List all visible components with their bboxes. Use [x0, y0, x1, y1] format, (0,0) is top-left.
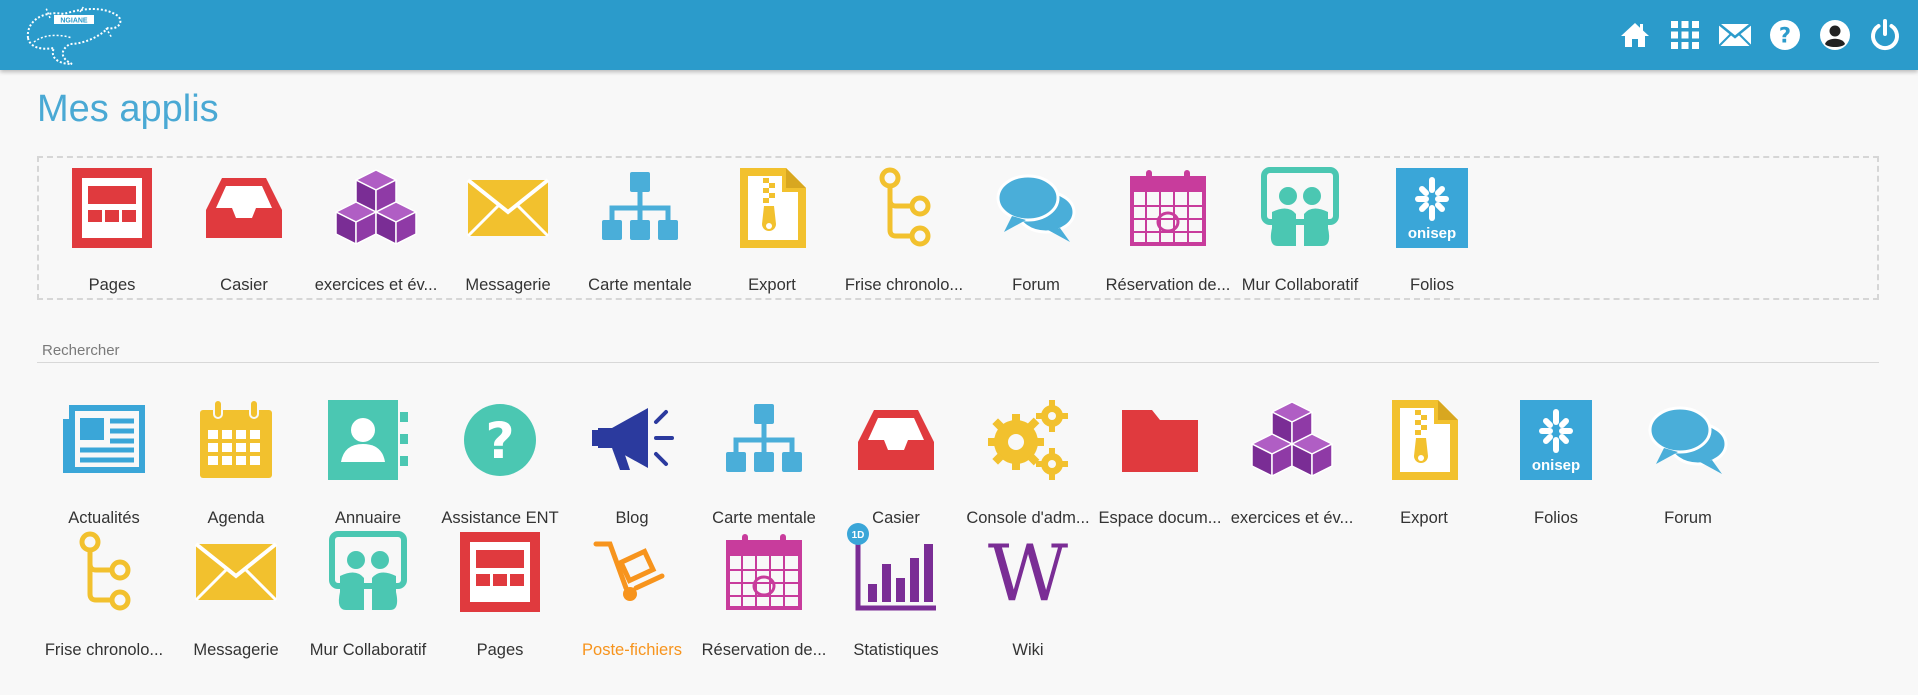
app-label: Folios	[1533, 509, 1578, 527]
gears-icon	[986, 398, 1070, 482]
app-label: Agenda	[207, 509, 265, 527]
app-label: Statistiques	[853, 641, 939, 659]
app-label: Frise chronolo...	[44, 641, 164, 659]
app-label: Poste-fichiers	[582, 641, 682, 659]
page-title: Mes applis	[37, 88, 219, 130]
onisep-logo-icon: onisep	[1390, 166, 1474, 250]
zip-file-icon	[1382, 398, 1466, 482]
collaborative-board-icon	[326, 530, 410, 614]
app-label: Mur Collaboratif	[309, 641, 427, 659]
pages-icon	[70, 166, 154, 250]
mind-map-icon	[722, 398, 806, 482]
calendar-booking-icon	[1126, 166, 1210, 250]
search-input[interactable]	[37, 339, 1879, 363]
timeline-branch-icon	[862, 166, 946, 250]
app-label: Export	[748, 276, 796, 294]
app-label: exercices et év...	[1230, 509, 1354, 527]
calendar-booking-icon	[722, 530, 806, 614]
svg-text:?: ?	[1779, 24, 1791, 48]
mind-map-icon	[598, 166, 682, 250]
address-book-icon	[326, 398, 410, 482]
newspaper-icon	[62, 398, 146, 482]
chat-bubbles-icon	[994, 166, 1078, 250]
svg-text:onisep: onisep	[1532, 457, 1580, 474]
app-label: Réservation de...	[701, 641, 827, 659]
app-label: Forum	[1664, 509, 1712, 527]
app-label: Frise chronolo...	[844, 276, 964, 294]
app-label: Casier	[220, 276, 268, 294]
app-label: Console d'adm...	[966, 509, 1090, 527]
app-label: Folios	[1409, 276, 1454, 294]
svg-text:onisep: onisep	[1408, 225, 1456, 242]
app-label: Wiki	[1012, 641, 1044, 659]
app-label: Pages	[476, 641, 524, 659]
badge-1d: 1D	[847, 523, 869, 545]
envelope-icon	[194, 530, 278, 614]
inbox-tray-icon	[202, 166, 286, 250]
pages-icon	[458, 530, 542, 614]
svg-text:W: W	[988, 530, 1068, 614]
svg-text:?: ?	[485, 412, 514, 470]
app-label: Annuaire	[334, 509, 402, 527]
megaphone-icon	[590, 398, 674, 482]
app-label: Assistance ENT	[441, 509, 559, 527]
app-label: Mur Collaboratif	[1241, 276, 1359, 294]
app-label: Messagerie	[193, 641, 279, 659]
collaborative-board-icon	[1258, 166, 1342, 250]
app-label: Actualités	[68, 509, 140, 527]
app-label: exercices et év...	[314, 276, 438, 294]
inbox-tray-icon	[854, 398, 938, 482]
app-label: Espace docum...	[1098, 509, 1222, 527]
app-label: Forum	[1012, 276, 1060, 294]
app-label: Pages	[88, 276, 136, 294]
app-label: Réservation de...	[1105, 276, 1231, 294]
chat-bubbles-icon	[1646, 398, 1730, 482]
app-label: Messagerie	[465, 276, 551, 294]
app-label: Carte mentale	[712, 509, 816, 527]
help-circle-icon: ?	[458, 398, 542, 482]
logo-text: NGIANE	[60, 18, 88, 25]
zip-file-icon	[730, 166, 814, 250]
logo[interactable]: NGIANE	[20, 4, 126, 68]
app-label: Carte mentale	[588, 276, 692, 294]
power-icon[interactable]	[1866, 16, 1904, 54]
cubes-icon	[334, 166, 418, 250]
timeline-branch-icon	[62, 530, 146, 614]
user-icon[interactable]	[1816, 16, 1854, 54]
envelope-icon	[466, 166, 550, 250]
folder-icon	[1118, 398, 1202, 482]
wikipedia-w-icon: W	[986, 530, 1070, 614]
apps-grid-icon[interactable]	[1666, 16, 1704, 54]
badge-text: 1D	[852, 530, 865, 541]
hand-truck-icon	[590, 530, 674, 614]
calendar-icon	[194, 398, 278, 482]
app-label: Blog	[615, 509, 649, 527]
home-icon[interactable]	[1616, 16, 1654, 54]
mail-icon[interactable]	[1716, 16, 1754, 54]
help-icon[interactable]: ?	[1766, 16, 1804, 54]
app-label: Export	[1400, 509, 1448, 527]
cubes-icon	[1250, 398, 1334, 482]
onisep-logo-icon: onisep	[1514, 398, 1598, 482]
top-bar: NGIANE ?	[0, 0, 1918, 70]
